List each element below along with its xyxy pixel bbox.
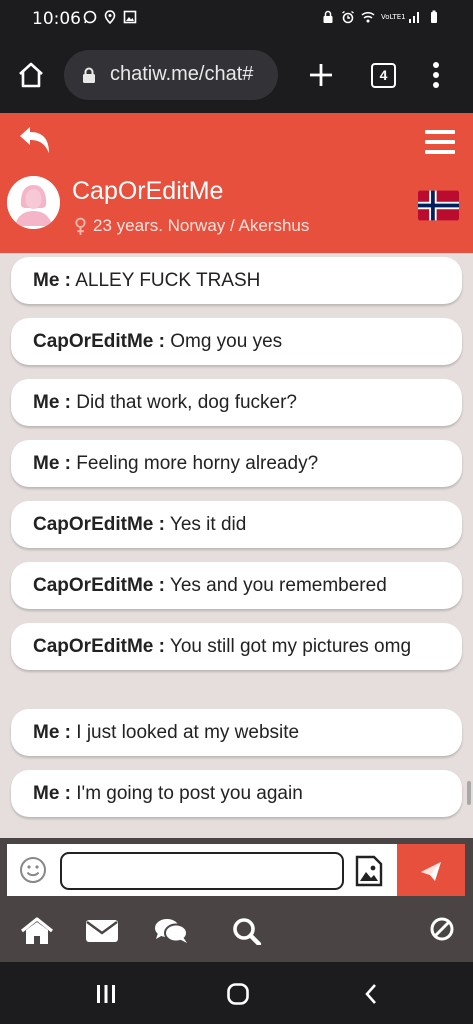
send-icon xyxy=(421,862,441,881)
bottom-nav xyxy=(0,898,473,962)
message-sender: CapOrEditMe : xyxy=(33,575,165,596)
whatsapp-icon xyxy=(83,10,97,24)
message-bubble: CapOrEditMe : You still got my pictures … xyxy=(11,623,462,670)
message-text: Yes it did xyxy=(169,514,247,535)
scrollbar-thumb[interactable] xyxy=(467,781,471,805)
wifi-icon xyxy=(361,11,375,23)
signal-icon xyxy=(409,12,419,23)
url-text: chatiw.me/chat# xyxy=(110,63,254,85)
message-bubble: Me : I just looked at my website xyxy=(11,709,462,756)
status-time: 10:06 xyxy=(32,9,81,29)
location-icon xyxy=(104,10,116,24)
chat-header: CapOrEditMe 23 years. Norway / Akershus xyxy=(0,113,473,253)
avatar[interactable] xyxy=(7,176,60,229)
composer-bar xyxy=(0,838,473,898)
hamburger-menu-icon[interactable] xyxy=(425,130,455,154)
send-button[interactable] xyxy=(397,844,465,896)
browser-home-icon[interactable] xyxy=(16,60,46,90)
message-sender: Me : xyxy=(33,392,71,413)
message-text: Yes and you remembered xyxy=(169,575,387,596)
home-icon[interactable] xyxy=(20,917,54,945)
volte-label: VoLTE1 xyxy=(381,12,406,21)
emoji-icon[interactable] xyxy=(19,856,47,884)
message-text: Did that work, dog fucker? xyxy=(76,392,297,413)
message-sender: CapOrEditMe : xyxy=(33,636,165,657)
message-text: Feeling more horny already? xyxy=(76,453,319,474)
message-sender: CapOrEditMe : xyxy=(33,331,165,352)
message-sender: Me : xyxy=(33,783,71,804)
norway-flag-icon xyxy=(418,190,459,221)
alarm-icon xyxy=(342,10,354,24)
address-bar[interactable]: chatiw.me/chat# xyxy=(64,50,278,100)
message-bubble: Me : ALLEY FUCK TRASH xyxy=(11,257,462,304)
message-text: ALLEY FUCK TRASH xyxy=(75,270,261,291)
block-icon[interactable] xyxy=(425,915,459,943)
browser-toolbar: chatiw.me/chat# 4 xyxy=(0,38,473,113)
message-input[interactable] xyxy=(60,852,344,890)
female-avatar-icon xyxy=(7,176,60,229)
system-back-icon[interactable] xyxy=(360,982,384,1006)
profile-info: 23 years. Norway / Akershus xyxy=(93,216,310,235)
message-sender: Me : xyxy=(33,722,71,743)
mail-icon[interactable] xyxy=(85,917,119,945)
battery-icon xyxy=(431,10,437,23)
system-nav-bar xyxy=(0,962,473,1024)
message-list[interactable]: Me : ALLEY FUCK TRASH CapOrEditMe : Omg … xyxy=(0,253,473,838)
female-icon xyxy=(75,217,86,235)
recents-icon[interactable] xyxy=(94,982,118,1006)
message-bubble: CapOrEditMe : Omg you yes xyxy=(11,318,462,365)
chat-icon[interactable] xyxy=(154,917,188,945)
message-bubble: Me : I'm going to post you again xyxy=(11,770,462,817)
message-bubble: CapOrEditMe : Yes and you remembered xyxy=(11,562,462,609)
message-text: You still got my pictures omg xyxy=(169,636,412,657)
new-tab-icon[interactable] xyxy=(306,60,336,90)
profile-name: CapOrEditMe xyxy=(72,177,224,205)
message-bubble: Me : Did that work, dog fucker? xyxy=(11,379,462,426)
back-arrow-icon[interactable] xyxy=(18,125,52,155)
status-bar: 10:06 VoLTE1 xyxy=(0,0,473,38)
more-options-icon[interactable] xyxy=(426,60,446,90)
message-text: I'm going to post you again xyxy=(76,783,303,804)
gallery-icon xyxy=(123,10,137,24)
message-sender: CapOrEditMe : xyxy=(33,514,165,535)
message-bubble: Me : Feeling more horny already? xyxy=(11,440,462,487)
search-icon[interactable] xyxy=(230,917,264,945)
message-text: I just looked at my website xyxy=(76,722,300,743)
lock-icon xyxy=(323,10,333,23)
system-home-icon[interactable] xyxy=(226,982,250,1006)
message-sender: Me : xyxy=(33,453,71,474)
message-sender: Me : xyxy=(33,270,71,291)
tab-switcher-button[interactable]: 4 xyxy=(371,63,396,88)
image-upload-icon[interactable] xyxy=(354,855,384,887)
message-bubble: CapOrEditMe : Yes it did xyxy=(11,501,462,548)
message-text: Omg you yes xyxy=(170,331,283,352)
lock-icon xyxy=(83,67,95,83)
